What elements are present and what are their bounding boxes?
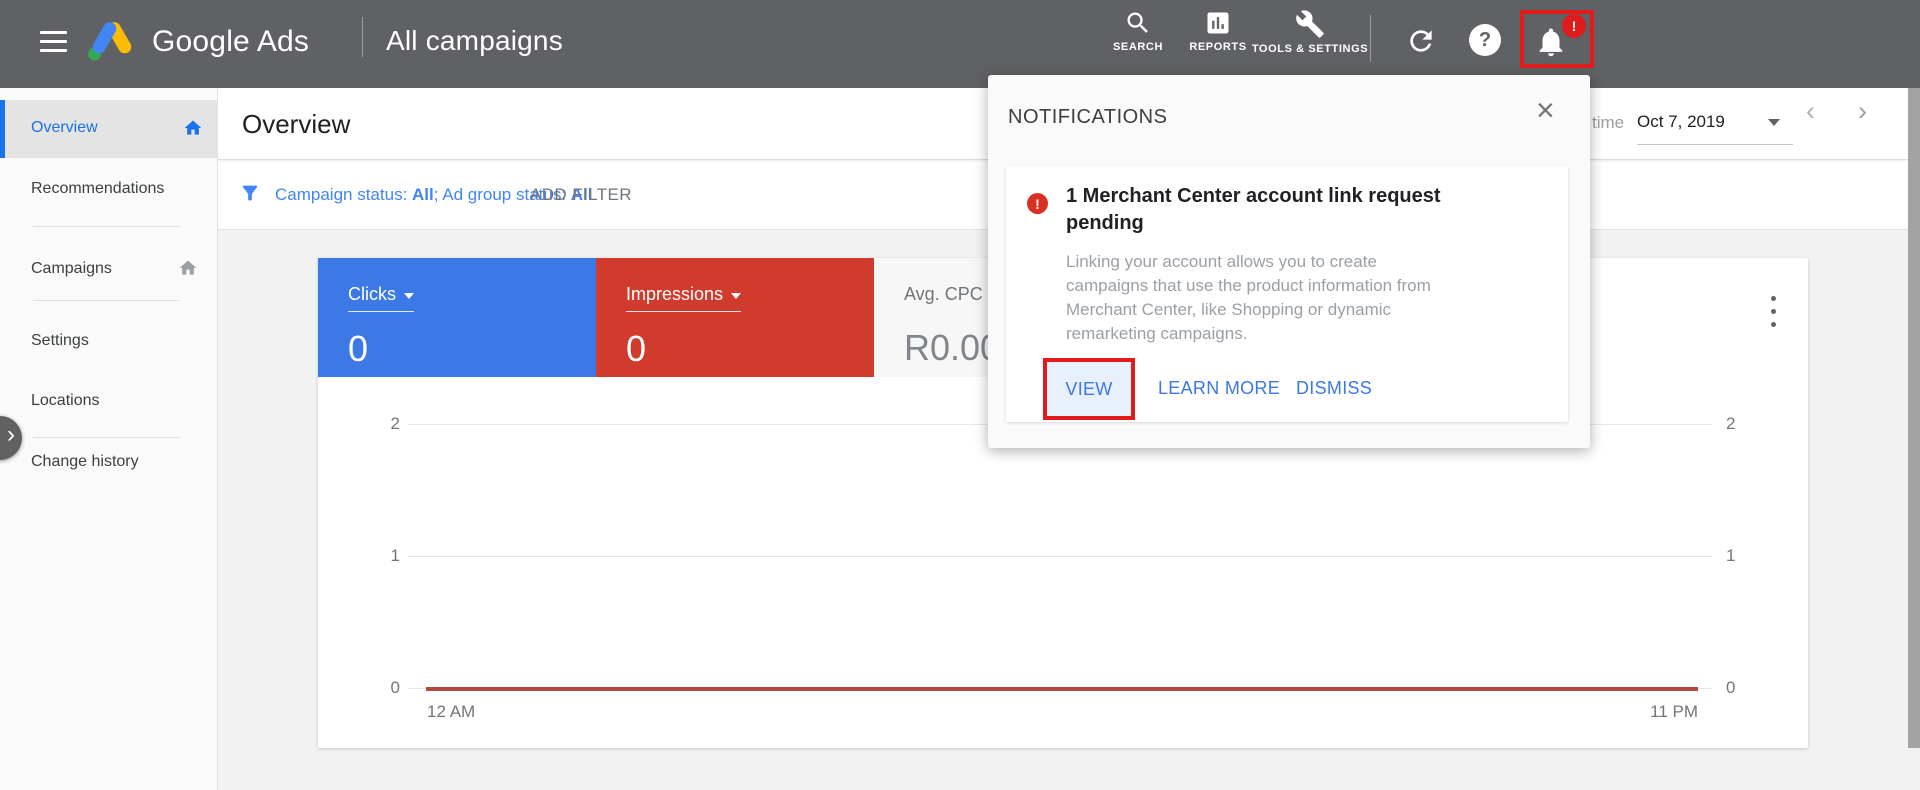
view-button[interactable]: VIEW — [1065, 379, 1112, 400]
metric-label: Impressions — [626, 284, 724, 304]
notification-alert-badge: ! — [1562, 14, 1586, 38]
x-axis-tick: 12 AM — [427, 702, 476, 721]
vertical-scrollbar-thumb[interactable] — [1908, 88, 1920, 748]
page-title: Overview — [242, 109, 351, 139]
chevron-down-icon — [731, 293, 742, 299]
x-axis-tick: 11 PM — [1650, 702, 1698, 721]
tools-settings-label: TOOLS & SETTINGS — [1251, 43, 1369, 55]
reports-label: REPORTS — [1189, 41, 1247, 53]
notifications-popup-title: NOTIFICATIONS — [1008, 106, 1168, 128]
learn-more-button[interactable]: LEARN MORE — [1158, 378, 1280, 399]
add-filter-button[interactable]: ADD FILTER — [530, 185, 632, 205]
previous-date-chevron[interactable]: ‹ — [1806, 96, 1815, 127]
account-context-title: All campaigns — [386, 25, 563, 56]
chevron-down-icon — [404, 293, 414, 299]
dismiss-button[interactable]: DISMISS — [1296, 378, 1372, 399]
y-axis-tick: 0 — [390, 678, 400, 697]
divider — [362, 17, 363, 57]
sidebar-item-overview[interactable]: Overview — [0, 100, 218, 158]
notification-item-card: ! 1 Merchant Center account link request… — [1006, 166, 1568, 422]
y-axis-tick-right: 1 — [1726, 546, 1736, 565]
vertical-scrollbar-track — [1908, 88, 1920, 790]
divider — [33, 226, 180, 227]
home-icon — [184, 120, 202, 135]
divider — [33, 437, 180, 438]
gridline — [408, 556, 1712, 557]
y-axis-tick-right: 0 — [1726, 678, 1736, 697]
sidebar-item-label: Overview — [31, 119, 98, 136]
refresh-icon[interactable] — [1405, 25, 1437, 57]
product-name: Google Ads — [152, 25, 310, 58]
filter-funnel-icon — [242, 185, 258, 201]
sidebar-expand-button[interactable]: › — [0, 416, 22, 460]
wrench-icon — [1296, 10, 1324, 38]
bar-chart-icon — [1207, 12, 1229, 34]
y-axis-tick: 2 — [390, 414, 400, 433]
divider — [33, 300, 180, 301]
metric-card-clicks[interactable]: Clicks 0 — [318, 258, 596, 377]
more-options-kebab-icon[interactable] — [1771, 296, 1777, 335]
metric-label: Avg. CPC — [904, 284, 983, 304]
menu-icon[interactable] — [40, 31, 67, 52]
top-app-bar: Google Ads All campaigns SEARCH REPORTS … — [0, 0, 1920, 88]
divider — [1370, 15, 1371, 62]
date-range-prefix: time — [1592, 113, 1625, 132]
help-icon[interactable]: ? — [1469, 24, 1501, 56]
chevron-down-icon[interactable] — [1768, 119, 1780, 126]
date-range-value[interactable]: Oct 7, 2019 — [1637, 112, 1725, 132]
metric-value: 0 — [626, 328, 647, 369]
tools-settings-button[interactable]: TOOLS & SETTINGS — [1245, 9, 1375, 55]
metric-card-impressions[interactable]: Impressions 0 — [596, 258, 874, 377]
alert-badge-icon: ! — [1027, 193, 1048, 214]
annotation-highlight-view: VIEW — [1043, 358, 1135, 420]
close-icon[interactable]: × — [1536, 92, 1555, 129]
y-axis-tick-right: 2 — [1726, 414, 1736, 433]
google-ads-logo-icon — [88, 22, 132, 61]
metric-value: 0 — [348, 328, 369, 369]
divider — [1637, 144, 1793, 145]
y-axis-tick: 1 — [390, 546, 400, 565]
notification-title: 1 Merchant Center account link request p… — [1066, 185, 1441, 234]
search-icon — [1127, 12, 1148, 33]
next-date-chevron[interactable]: › — [1858, 96, 1867, 127]
notification-body: Linking your account allows you to creat… — [1066, 252, 1431, 343]
chart-flat-line — [426, 687, 1698, 691]
metric-label: Clicks — [348, 284, 396, 304]
notifications-popup: NOTIFICATIONS × ! 1 Merchant Center acco… — [988, 75, 1590, 448]
chevron-right-icon: › — [7, 421, 15, 448]
left-nav-sidebar: Overview Recommendations Campaigns Setti… — [0, 88, 218, 790]
home-icon — [179, 260, 197, 275]
